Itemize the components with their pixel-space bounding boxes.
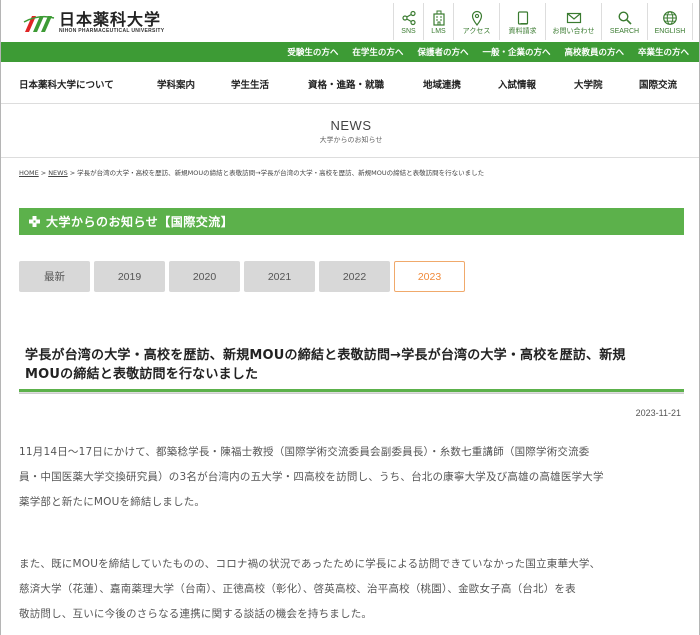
site-logo[interactable]: 日本薬科大学 NIHON PHARMACEUTICAL UNIVERSITY bbox=[23, 10, 164, 36]
building-icon bbox=[432, 10, 445, 26]
site-header: 日本薬科大学 NIHON PHARMACEUTICAL UNIVERSITY S… bbox=[1, 0, 699, 42]
paragraph-2-line-3: 敬訪問し、互いに今後のさらなる連携に関する談話の機会を持ちました。 bbox=[19, 608, 373, 620]
tab-2020[interactable]: 2020 bbox=[169, 261, 240, 292]
paragraph-1-line-1: 11月14日～17日にかけて、都築稔学長・陳福士教授（国際学術交流委員会副委員長… bbox=[19, 446, 590, 458]
util-english[interactable]: ENGLISH bbox=[647, 3, 693, 40]
util-request[interactable]: 資料請求 bbox=[499, 3, 545, 40]
post-paragraph-2: また、既にMOUを締結していたものの、コロナ禍の状況であったために学長による訪問… bbox=[19, 552, 684, 627]
audience-teachers[interactable]: 高校教員の方へ bbox=[564, 46, 624, 58]
map-pin-icon bbox=[471, 10, 482, 26]
util-english-label: ENGLISH bbox=[654, 28, 686, 35]
audience-alumni[interactable]: 卒業生の方へ bbox=[638, 46, 689, 58]
document-icon bbox=[517, 11, 528, 25]
util-access[interactable]: アクセス bbox=[453, 3, 499, 40]
page-frame: 日本薬科大学 NIHON PHARMACEUTICAL UNIVERSITY S… bbox=[0, 0, 700, 635]
util-contact[interactable]: お問い合わせ bbox=[545, 3, 601, 40]
plus-cross-icon bbox=[29, 216, 40, 227]
post-title-line-2: MOUの締結と表敬訪問を行ないました bbox=[25, 367, 259, 382]
post-date: 2023-11-21 bbox=[635, 408, 681, 418]
main-nav: 日本薬科大学について 学科案内 学生生活 資格・進路・就職 地域連携 入試情報 … bbox=[1, 62, 699, 104]
logo-english: NIHON PHARMACEUTICAL UNIVERSITY bbox=[59, 28, 165, 34]
nav-community[interactable]: 地域連携 bbox=[423, 77, 461, 91]
breadcrumb: HOME > NEWS > 学長が台湾の大学・高校を歴訪、新規MOUの締結と表敬訪問→学… bbox=[19, 167, 484, 177]
nav-admissions[interactable]: 入試情報 bbox=[498, 77, 536, 91]
util-request-label: 資料請求 bbox=[508, 28, 537, 35]
year-tabs: 最新 2019 2020 2021 2022 2023 bbox=[19, 261, 469, 292]
logo-japanese: 日本薬科大学 bbox=[59, 10, 162, 29]
search-icon bbox=[617, 11, 632, 25]
paragraph-1-line-2: 員・中国医薬大学交換研究員）の3名が台湾内の五大学・四高校を訪問し、うち、台北の… bbox=[19, 471, 604, 483]
nav-international[interactable]: 国際交流 bbox=[639, 77, 677, 91]
post-title: 学長が台湾の大学・高校を歴訪、新規MOUの締結と表敬訪問→学長が台湾の大学・高校… bbox=[25, 346, 685, 384]
nav-careers[interactable]: 資格・進路・就職 bbox=[308, 77, 384, 91]
paragraph-2-line-1: また、既にMOUを締結していたものの、コロナ禍の状況であったために学長による訪問… bbox=[19, 558, 601, 570]
nav-about[interactable]: 日本薬科大学について bbox=[19, 77, 114, 91]
post-paragraph-1: 11月14日～17日にかけて、都築稔学長・陳福士教授（国際学術交流委員会副委員長… bbox=[19, 440, 684, 515]
util-sns[interactable]: SNS bbox=[393, 3, 423, 40]
util-lms-label: LMS bbox=[431, 28, 446, 35]
paragraph-1-line-3: 薬学部と新たにMOUを締結しました。 bbox=[19, 496, 206, 508]
breadcrumb-news[interactable]: NEWS bbox=[48, 169, 68, 177]
audience-public[interactable]: 一般・企業の方へ bbox=[482, 46, 550, 58]
util-access-label: アクセス bbox=[462, 28, 491, 35]
nav-student-life[interactable]: 学生生活 bbox=[231, 77, 269, 91]
title-underline-thin bbox=[19, 393, 684, 394]
util-search-label: SEARCH bbox=[609, 28, 640, 35]
tab-2021[interactable]: 2021 bbox=[244, 261, 315, 292]
util-sns-label: SNS bbox=[401, 28, 416, 35]
breadcrumb-home[interactable]: HOME bbox=[19, 169, 39, 177]
news-subtitle: 大学からのお知らせ bbox=[319, 136, 383, 144]
news-title: NEWS bbox=[330, 118, 372, 133]
util-lms[interactable]: LMS bbox=[423, 3, 453, 40]
logo-mark-icon bbox=[23, 15, 55, 32]
util-contact-label: お問い合わせ bbox=[552, 28, 595, 35]
audience-students[interactable]: 在学生の方へ bbox=[352, 46, 403, 58]
tab-2019[interactable]: 2019 bbox=[94, 261, 165, 292]
nav-departments[interactable]: 学科案内 bbox=[157, 77, 195, 91]
globe-icon bbox=[663, 11, 677, 25]
audience-parents[interactable]: 保護者の方へ bbox=[417, 46, 468, 58]
mail-icon bbox=[566, 12, 581, 24]
tab-latest[interactable]: 最新 bbox=[19, 261, 90, 292]
category-heading: 大学からのお知らせ【国際交流】 bbox=[19, 208, 684, 235]
breadcrumb-current: 学長が台湾の大学・高校を歴訪、新規MOUの締結と表敬訪問→学長が台湾の大学・高校… bbox=[77, 169, 485, 177]
tab-2022[interactable]: 2022 bbox=[319, 261, 390, 292]
category-title: 大学からのお知らせ【国際交流】 bbox=[46, 215, 234, 229]
news-header-band: NEWS 大学からのお知らせ bbox=[1, 104, 699, 158]
audience-applicants[interactable]: 受験生の方へ bbox=[287, 46, 338, 58]
paragraph-2-line-2: 慈済大学（花蓮）、嘉南薬理大学（台南）、正徳高校（彰化）、啓英高校、治平高校（桃… bbox=[19, 583, 576, 595]
breadcrumb-separator: > bbox=[69, 169, 76, 177]
nav-graduate[interactable]: 大学院 bbox=[574, 77, 603, 91]
audience-nav: 受験生の方へ 在学生の方へ 保護者の方へ 一般・企業の方へ 高校教員の方へ 卒業… bbox=[1, 42, 699, 62]
post-title-line-1: 学長が台湾の大学・高校を歴訪、新規MOUの締結と表敬訪問→学長が台湾の大学・高校… bbox=[25, 348, 626, 363]
tab-2023[interactable]: 2023 bbox=[394, 261, 465, 292]
utility-nav: SNS LMS アクセス 資料請求 お問い合わせ SEARCH ENGLISH bbox=[393, 3, 693, 40]
breadcrumb-separator: > bbox=[40, 169, 47, 177]
util-search[interactable]: SEARCH bbox=[601, 3, 647, 40]
share-icon bbox=[401, 10, 416, 26]
